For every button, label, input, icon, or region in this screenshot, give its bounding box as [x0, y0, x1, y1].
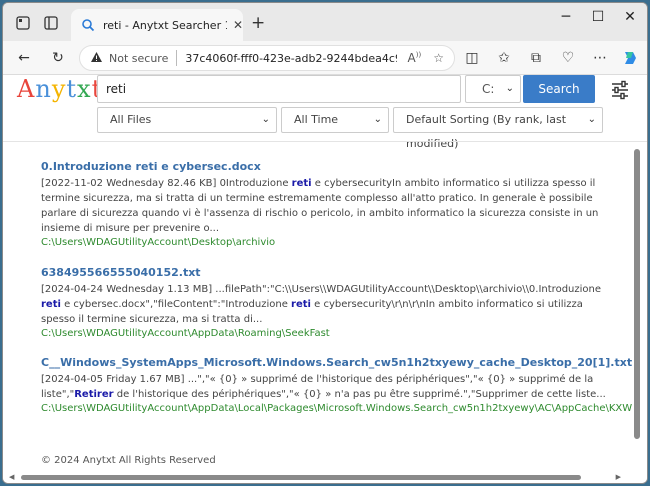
anytxt-app: Anytxt reti C: ⌄ Search All Files ⌄ All … — [3, 75, 647, 483]
snippet-text: [2024-04-24 Wednesday 1.13 MB] ...filePa… — [41, 284, 602, 295]
read-aloud-icon[interactable]: A)) — [408, 51, 422, 65]
horizontal-scrollbar[interactable]: ◀ ▶ — [9, 473, 621, 481]
highlight-term: reti — [41, 299, 61, 310]
maximize-icon[interactable]: ☐ — [583, 9, 613, 25]
scroll-right-icon[interactable]: ▶ — [616, 473, 621, 481]
more-options-icon[interactable]: ⋯ — [589, 47, 611, 69]
highlight-term: reti — [291, 299, 311, 310]
search-favicon-icon — [81, 18, 95, 32]
close-tab-icon[interactable]: ✕ — [233, 18, 243, 32]
new-tab-button[interactable]: + — [251, 13, 265, 33]
tab-strip: reti - Anytxt Searcher 1.3.1380 Fr ✕ + ─… — [3, 3, 647, 41]
copilot-icon[interactable] — [619, 47, 641, 69]
footer-copyright: © 2024 Anytxt All Rights Reserved — [41, 455, 216, 466]
chevron-down-icon: ⌄ — [587, 114, 596, 125]
browser-window: reti - Anytxt Searcher 1.3.1380 Fr ✕ + ─… — [2, 2, 648, 484]
tab-actions-icon[interactable] — [41, 13, 61, 33]
results-list: 0.Introduzione reti e cybersec.docx [202… — [3, 142, 633, 472]
result-path[interactable]: C:\Users\WDAGUtilityAccount\AppData\Loca… — [41, 403, 633, 414]
url-text[interactable]: 37c4060f-fff0-423e-adb2-9244bdea4c95:992… — [185, 52, 397, 65]
vertical-scrollbar[interactable] — [633, 147, 641, 471]
result-snippet: [2024-04-24 Wednesday 1.13 MB] ...filePa… — [41, 282, 607, 327]
vertical-scroll-thumb[interactable] — [634, 149, 640, 439]
highlight-term: reti — [291, 178, 312, 189]
result-snippet: [2022-11-02 Wednesday 82.46 KB] 0Introdu… — [41, 176, 607, 236]
logo-letter: A — [17, 75, 36, 103]
split-screen-icon[interactable]: ◫ — [461, 47, 483, 69]
profile-icon[interactable] — [13, 13, 33, 33]
favorite-star-icon[interactable]: ☆ — [433, 51, 444, 65]
result-path[interactable]: C:\Users\WDAGUtilityAccount\AppData\Roam… — [41, 328, 607, 339]
drive-select[interactable]: C: ⌄ — [465, 75, 521, 103]
minimize-icon[interactable]: ─ — [551, 9, 581, 25]
result-title[interactable]: 638495566555040152.txt — [41, 266, 607, 279]
snippet-text: [2022-11-02 Wednesday 82.46 KB] 0Introdu… — [41, 178, 292, 189]
security-label[interactable]: Not secure — [109, 52, 168, 65]
tab-title: reti - Anytxt Searcher 1.3.1380 Fr — [103, 18, 227, 32]
logo-letter: t — [66, 75, 78, 103]
logo-letter: n — [35, 75, 52, 103]
sort-filter[interactable]: Default Sorting (By rank, last modified)… — [393, 107, 603, 150]
address-actions: A)) ☆ — [408, 51, 454, 65]
logo-letter: y — [51, 75, 67, 103]
collections-icon[interactable]: ⧉ — [525, 47, 547, 69]
back-icon[interactable]: ← — [13, 47, 35, 69]
result-title[interactable]: C__Windows_SystemApps_Microsoft.Windows.… — [41, 356, 632, 369]
address-divider — [176, 50, 178, 66]
result-item: 0.Introduzione reti e cybersec.docx [202… — [41, 160, 607, 248]
close-window-icon[interactable]: ✕ — [615, 9, 645, 25]
result-snippet: [2024-04-05 Friday 1.67 MB] ...","« {0} … — [41, 372, 607, 402]
search-button[interactable]: Search — [523, 75, 595, 103]
warning-icon — [90, 51, 103, 66]
result-title[interactable]: 0.Introduzione reti e cybersec.docx — [41, 160, 607, 173]
horizontal-scroll-thumb[interactable] — [21, 475, 581, 480]
scroll-left-icon[interactable]: ◀ — [9, 473, 14, 481]
time-filter-value: All Time — [294, 113, 339, 126]
file-type-filter[interactable]: All Files ⌄ — [97, 107, 277, 133]
result-path[interactable]: C:\Users\WDAGUtilityAccount\Desktop\arch… — [41, 237, 607, 248]
result-item: C__Windows_SystemApps_Microsoft.Windows.… — [41, 356, 633, 414]
chevron-down-icon: ⌄ — [505, 83, 514, 94]
logo-letter: x — [77, 75, 92, 103]
browser-essentials-icon[interactable]: ♡ — [557, 47, 579, 69]
result-item: 638495566555040152.txt [2024-04-24 Wedne… — [41, 266, 607, 339]
snippet-text: de l'historique des périphériques","« {0… — [113, 389, 606, 400]
time-filter[interactable]: All Time ⌄ — [281, 107, 389, 133]
address-bar[interactable]: Not secure 37c4060f-fff0-423e-adb2-9244b… — [79, 45, 455, 71]
snippet-text: e cybersec.docx","fileContent":"Introduz… — [60, 299, 292, 310]
navigation-bar: ← ↻ Not secure 37c4060f-fff0-423e-adb2-9… — [3, 41, 647, 75]
chevron-down-icon: ⌄ — [373, 114, 382, 125]
anytxt-logo: Anytxt — [17, 75, 102, 103]
tab-anytxt[interactable]: reti - Anytxt Searcher 1.3.1380 Fr ✕ — [71, 9, 243, 41]
highlight-term: Retirer — [74, 389, 114, 400]
favorites-icon[interactable]: ✩ — [493, 47, 515, 69]
refresh-icon[interactable]: ↻ — [47, 47, 69, 69]
chevron-down-icon: ⌄ — [261, 114, 270, 125]
file-type-filter-value: All Files — [110, 113, 152, 126]
search-input[interactable]: reti — [97, 75, 461, 103]
drive-select-value: C: — [482, 82, 495, 96]
settings-sliders-icon[interactable] — [609, 79, 631, 101]
